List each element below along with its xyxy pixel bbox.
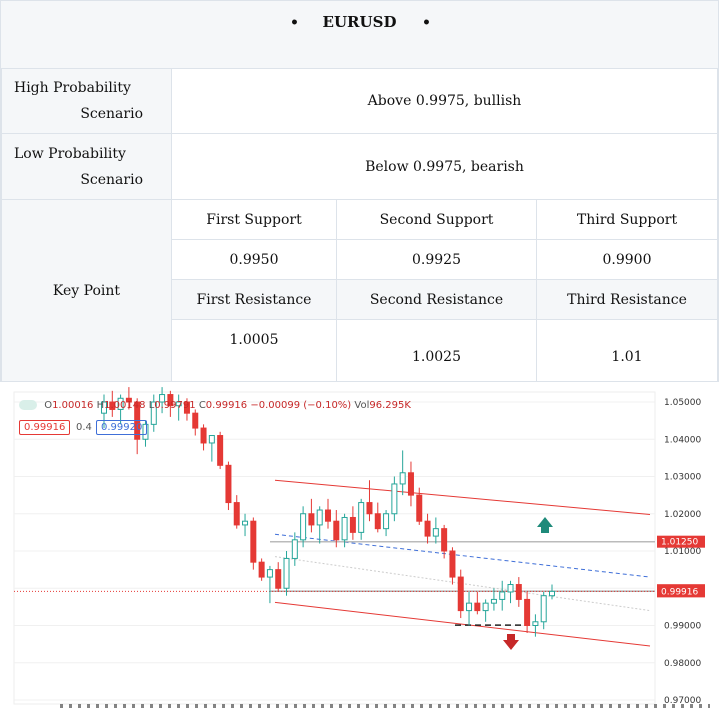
candle-body — [532, 621, 539, 626]
low-label-line1: Low Probability — [14, 145, 126, 162]
y-tick-label: 1.04000 — [664, 435, 701, 445]
candle-body — [192, 412, 199, 429]
candle-body — [225, 464, 232, 504]
candle-body — [333, 520, 340, 541]
candle-body — [383, 513, 390, 530]
ask-badge[interactable]: 0.99920 — [96, 420, 148, 435]
resistance-header: Second Resistance — [336, 279, 537, 320]
resistance-value: 1.0025 — [336, 319, 537, 382]
toggle-icon[interactable] — [19, 400, 37, 410]
candle-body — [499, 591, 506, 600]
volume-value: 96.295K — [369, 400, 411, 411]
low-probability-value: Below 0.9975, bearish — [171, 133, 718, 200]
volume-label: Vol — [354, 400, 370, 411]
candle-body — [507, 584, 514, 593]
y-tick-label: 1.01000 — [664, 547, 701, 557]
symbol-title: EURUSD — [322, 13, 397, 31]
y-tick-label: 0.98000 — [664, 659, 701, 669]
candle-body — [275, 569, 282, 589]
open-value: 1.00016 — [52, 400, 94, 411]
resistance-header: Third Resistance — [536, 279, 718, 320]
price-chart[interactable]: 1.05000 1.04000 1.03000 1.02000 1.01000 0.990… — [0, 382, 719, 709]
candle-body — [399, 472, 406, 485]
close-value: 0.99916 — [205, 400, 248, 411]
low-value: 0.99791 — [154, 400, 196, 411]
high-label: H — [96, 400, 105, 411]
close-label: C — [198, 400, 206, 411]
candle-body — [441, 528, 448, 552]
resistance-value: 1.01 — [536, 319, 718, 382]
candle-body — [358, 502, 365, 533]
high-value: 1.00148 — [104, 400, 146, 411]
candle-body — [242, 520, 249, 526]
high-probability-label: High Probability Scenario — [1, 68, 172, 134]
y-tick-label: 1.05000 — [664, 398, 701, 408]
candle-body — [258, 561, 265, 578]
low-probability-label: Low Probability Scenario — [1, 133, 172, 200]
candle-body — [515, 584, 522, 600]
spread-value: 0.4 — [76, 422, 92, 433]
candle-body — [424, 520, 431, 537]
resistance-header: First Resistance — [171, 279, 337, 320]
candle-body — [291, 539, 298, 559]
candle-body — [432, 528, 439, 537]
y-tick-label: 0.99000 — [664, 622, 701, 632]
candle-body — [540, 595, 547, 623]
candle-body — [407, 472, 414, 496]
candle-body — [457, 576, 464, 612]
high-probability-value: Above 0.9975, bullish — [171, 68, 718, 134]
key-point-label: Key Point — [1, 199, 172, 382]
price-tag-label: 0.99916 — [661, 587, 698, 597]
candle-body — [341, 516, 348, 541]
title-row: • EURUSD • — [1, 1, 718, 69]
support-value: 0.9950 — [171, 239, 337, 280]
scenario-table: High Probability Scenario Above 0.9975, … — [1, 68, 718, 382]
support-value: 0.9900 — [536, 239, 718, 280]
candle-body — [549, 590, 555, 597]
support-header: Second Support — [336, 199, 537, 240]
candle-body — [366, 502, 373, 515]
support-header: First Support — [171, 199, 337, 240]
candle-body — [449, 550, 456, 578]
candle-body — [250, 520, 257, 563]
candle-body — [200, 427, 207, 444]
bid-badge[interactable]: 0.99916 — [19, 420, 71, 435]
candle-body — [316, 509, 323, 526]
high-label-line1: High Probability — [14, 80, 131, 96]
bullet-right: • — [422, 15, 431, 31]
candle-body — [233, 502, 240, 526]
candle-body — [217, 435, 224, 466]
low-label-line2: Scenario — [80, 171, 143, 188]
candle-body — [308, 513, 315, 526]
ohlc-legend: O1.00016 H1.00148 L0.99791 C0.99916 −0.0… — [19, 400, 411, 411]
analysis-panel: • EURUSD • High Probability Scenario Abo… — [0, 0, 719, 382]
candle-body — [283, 557, 290, 589]
y-tick-label: 1.02000 — [664, 510, 701, 520]
price-tag-label: 1.01250 — [661, 538, 698, 548]
candle-body — [391, 483, 398, 515]
open-label: O — [44, 400, 53, 411]
support-value: 0.9925 — [336, 239, 537, 280]
y-tick-label: 1.03000 — [664, 473, 701, 483]
candle-body — [490, 598, 497, 604]
candle-body — [349, 516, 356, 533]
candle-body — [300, 513, 307, 541]
candle-body — [374, 513, 381, 530]
candle-body — [474, 602, 481, 612]
candle-body — [416, 494, 423, 522]
high-label-line2: Scenario — [80, 106, 143, 122]
candle-body — [208, 435, 215, 444]
bottom-strip — [60, 704, 710, 708]
candle-body — [266, 569, 273, 578]
resistance-value: 1.0005 — [171, 319, 337, 382]
support-header: Third Support — [536, 199, 718, 240]
candle-body — [466, 602, 473, 612]
candle-body — [325, 509, 331, 522]
candle-body — [524, 598, 531, 627]
change-value: −0.00099 (−0.10%) — [250, 400, 352, 411]
candle-body — [482, 602, 489, 612]
